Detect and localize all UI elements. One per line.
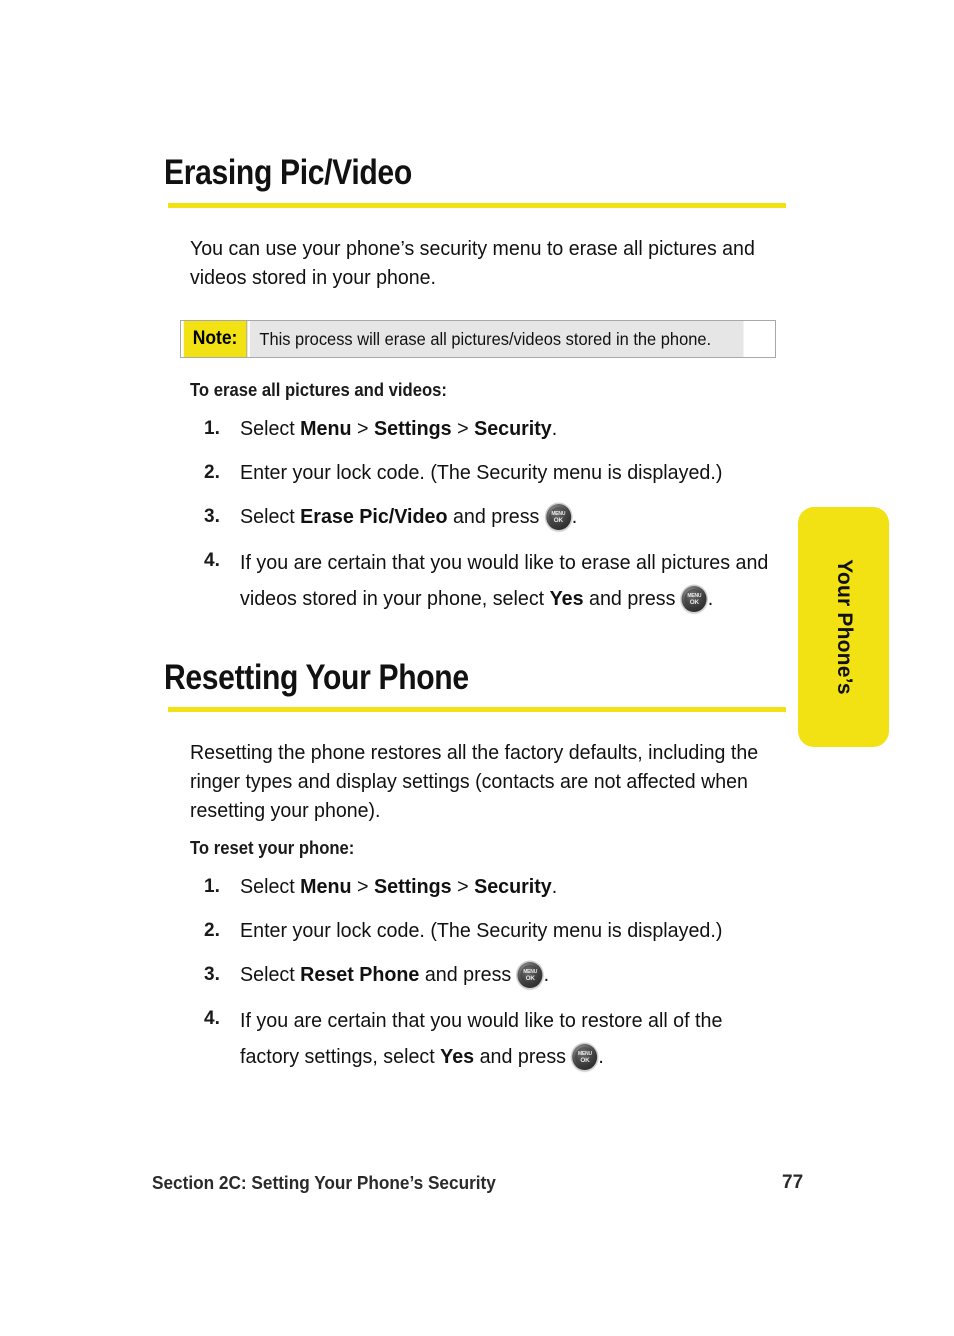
step-item: 3. Select Reset Phone and press MENU OK.	[200, 959, 800, 990]
steps-list-resetting: 1. Select Menu > Settings > Security. 2. En…	[200, 871, 800, 1088]
step-text: Enter your lock code. (The Security menu…	[240, 457, 778, 488]
step-text-run: and press	[583, 587, 681, 610]
section-heading-resetting-your-phone: Resetting Your Phone	[164, 658, 469, 697]
step-emphasis: Menu	[300, 875, 352, 898]
step-text: Select Menu > Settings > Security.	[240, 413, 778, 444]
menu-ok-key-line1: MENU	[687, 592, 702, 599]
step-emphasis: Menu	[300, 417, 352, 440]
menu-ok-key-line1: MENU	[523, 968, 538, 975]
step-number: 4.	[204, 1008, 220, 1029]
side-tab-your-phones: Your Phone’s	[798, 507, 889, 747]
step-emphasis: Settings	[373, 417, 452, 440]
step-text-run: Enter your lock code. (The Security menu…	[240, 461, 723, 484]
side-tab-label: Your Phone’s	[832, 559, 856, 695]
step-number: 1.	[204, 876, 220, 897]
menu-ok-key-line2: OK	[580, 1056, 590, 1064]
step-item: 1. Select Menu > Settings > Security.	[200, 413, 800, 444]
step-item: 1. Select Menu > Settings > Security.	[200, 871, 800, 902]
menu-ok-key-line1: MENU	[551, 510, 566, 517]
step-emphasis: Erase Pic/Video	[300, 505, 448, 528]
menu-ok-key-line1: MENU	[577, 1050, 592, 1057]
step-text: If you are certain that you would like t…	[240, 545, 778, 617]
step-number: 4.	[204, 550, 220, 571]
note-label: Note:	[183, 321, 248, 357]
step-text-run: .	[543, 963, 550, 986]
step-emphasis: Settings	[373, 875, 452, 898]
section-rule	[168, 203, 786, 208]
step-text: Select Menu > Settings > Security.	[240, 871, 778, 902]
step-number: 2.	[204, 462, 220, 483]
menu-ok-key-icon: MENU OK	[517, 962, 543, 988]
step-text-run: .	[551, 875, 558, 898]
step-item: 2. Enter your lock code. (The Security me…	[200, 915, 800, 946]
step-text-run: Select	[240, 417, 301, 440]
step-text-run: .	[551, 417, 558, 440]
step-text-run: and press	[474, 1045, 572, 1068]
step-text: If you are certain that you would like t…	[240, 1003, 778, 1075]
footer-section-label: Section 2C: Setting Your Phone’s Securit…	[152, 1172, 496, 1193]
manual-page: Erasing Pic/Video You can use your phone…	[0, 0, 954, 1336]
step-emphasis: Security	[474, 417, 552, 440]
menu-ok-key-icon: MENU OK	[681, 586, 707, 612]
note-text: This process will erase all pictures/vid…	[250, 321, 744, 357]
step-text: Select Reset Phone and press MENU OK.	[240, 959, 778, 990]
menu-ok-key-icon: MENU OK	[572, 1044, 598, 1070]
menu-ok-key-line2: OK	[553, 516, 563, 524]
step-emphasis: Yes	[549, 587, 584, 610]
step-number: 3.	[204, 506, 220, 527]
step-text-run: Select	[240, 963, 301, 986]
step-text-run: Enter your lock code. (The Security menu…	[240, 919, 723, 942]
section-intro-paragraph: Resetting the phone restores all the fac…	[190, 741, 759, 822]
step-text-run: .	[707, 587, 714, 610]
step-emphasis: Yes	[440, 1045, 475, 1068]
step-text-run: Select	[240, 505, 301, 528]
step-item: 4. If you are certain that you would like…	[200, 1003, 800, 1075]
step-text: Enter your lock code. (The Security menu…	[240, 915, 778, 946]
section-heading-erasing-pic-video: Erasing Pic/Video	[164, 153, 412, 192]
step-text-run: .	[598, 1045, 604, 1068]
step-text-run: and press	[447, 505, 545, 528]
section-rule	[168, 707, 786, 712]
step-item: 2. Enter your lock code. (The Security me…	[200, 457, 800, 488]
note-box: Note: This process will erase all pictur…	[180, 320, 776, 358]
sub-heading-to-reset: To reset your phone:	[190, 837, 355, 858]
step-text-run: >	[451, 875, 475, 898]
step-number: 3.	[204, 964, 220, 985]
step-text-run: >	[451, 417, 475, 440]
step-text-run: Select	[240, 875, 301, 898]
step-number: 2.	[204, 920, 220, 941]
menu-ok-key-line2: OK	[525, 974, 535, 982]
step-emphasis: Security	[474, 875, 552, 898]
step-number: 1.	[204, 418, 220, 439]
step-item: 4. If you are certain that you would like…	[200, 545, 800, 617]
step-text: Select Erase Pic/Video and press MENU OK.	[240, 501, 778, 532]
step-text-run: >	[351, 417, 374, 440]
step-emphasis: Reset Phone	[300, 963, 420, 986]
sub-heading-to-erase: To erase all pictures and videos:	[190, 379, 447, 400]
step-item: 3. Select Erase Pic/Video and press MENU O…	[200, 501, 800, 532]
page-number: 77	[782, 1172, 804, 1193]
section-intro-paragraph: You can use your phone’s security menu t…	[190, 237, 755, 289]
steps-list-erasing: 1. Select Menu > Settings > Security. 2. En…	[200, 413, 800, 630]
step-text-run: and press	[419, 963, 517, 986]
menu-ok-key-line2: OK	[689, 598, 699, 606]
menu-ok-key-icon: MENU OK	[545, 504, 571, 530]
step-text-run: .	[571, 505, 578, 528]
step-text-run: >	[351, 875, 374, 898]
